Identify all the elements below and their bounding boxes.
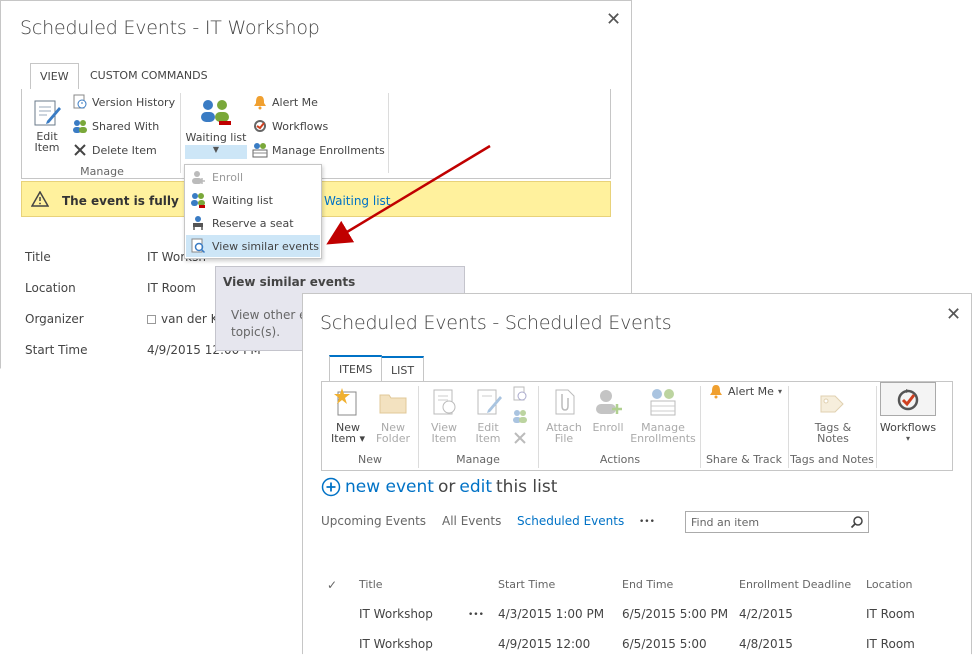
annotation-arrow [326, 144, 491, 245]
